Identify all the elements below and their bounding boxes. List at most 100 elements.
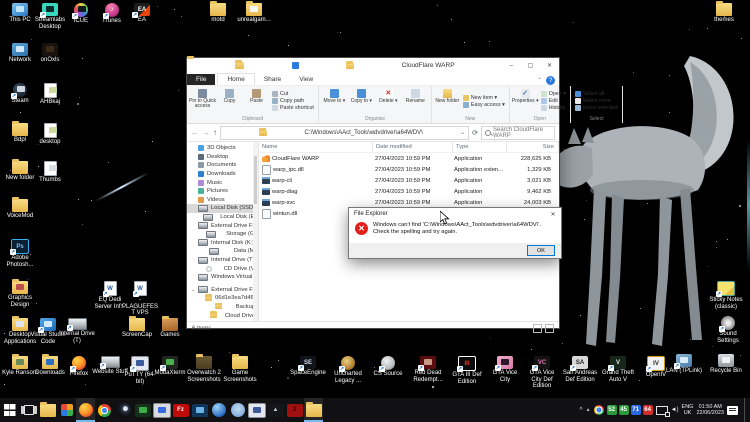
desktop-icon-unrealgam[interactable]: unrealgam... [236, 3, 272, 24]
ribbon-button-props[interactable]: ✓Properties ▾ [512, 87, 539, 115]
nav-item[interactable]: Desktop [187, 153, 258, 162]
nav-item[interactable]: Storage (G:) [187, 230, 258, 239]
tray-triangle-icon[interactable]: ▲ [586, 407, 591, 413]
network-icon[interactable] [656, 406, 668, 415]
file-row[interactable]: warp-diag27/04/2023 10:59 PMApplication9… [259, 186, 559, 197]
desktop-icon-grand-theft-auto-v[interactable]: V↗Grand Theft Auto V [600, 356, 636, 383]
forward-button[interactable]: → [202, 128, 210, 137]
hidden-icons-chevron[interactable]: ^ [579, 407, 582, 414]
ribbon-button-open[interactable]: Open ▾ [541, 91, 566, 97]
tab-view[interactable]: View [290, 74, 322, 85]
ribbon-button-selnone[interactable]: Select none [575, 98, 619, 104]
maximize-button[interactable]: ▢ [521, 58, 540, 73]
desktop-icon-uncharted-legacy[interactable]: ↗Uncharted Legacy ... [330, 356, 366, 384]
taskbar-filezilla[interactable]: Fz [171, 398, 190, 422]
address-dropdown-icon[interactable]: ⌄ [460, 129, 465, 136]
nav-item[interactable]: Local Disk (E:) [187, 213, 258, 222]
file-row[interactable]: warp_ipc.dll27/04/2023 10:59 PMApplicati… [259, 164, 559, 175]
monitor-badge-64[interactable]: 64 [643, 405, 653, 415]
column-header-size[interactable]: Size [507, 142, 559, 152]
ribbon-button-copyto[interactable]: Copy to ▾ [348, 87, 375, 115]
nav-item[interactable]: 3D Objects [187, 144, 258, 153]
nav-item[interactable]: Backups [187, 303, 258, 312]
ribbon-button-path[interactable]: Copy path [272, 98, 314, 104]
ribbon-button-delete[interactable]: ✕Delete ▾ [375, 87, 402, 115]
ribbon-button-edit[interactable]: Edit [541, 98, 566, 104]
close-button[interactable]: ✕ [540, 58, 559, 73]
nav-item[interactable]: External Drive F (F:) [187, 221, 258, 230]
quick-access-properties-icon[interactable] [292, 62, 299, 69]
nav-item[interactable]: Cloud Drives [187, 311, 258, 320]
taskbar-remote-desktop-app[interactable] [152, 398, 171, 422]
desktop-icon-games-folder[interactable]: Games [152, 318, 188, 339]
ribbon-button-copy[interactable]: Copy [216, 87, 243, 115]
desktop-icon-recycle-bin[interactable]: Recycle Bin [708, 354, 744, 375]
taskbar-red-3-app[interactable]: 3 [285, 398, 304, 422]
taskbar-file-explorer-window[interactable] [304, 398, 323, 422]
taskbar-galaxy-app[interactable] [114, 398, 133, 422]
desktop-icon-sound-settings[interactable]: ↗Sound Settings [710, 316, 746, 344]
ribbon-button-pin[interactable]: Pin to Quick access [189, 87, 216, 115]
file-row[interactable]: CloudFlare WARP27/04/2023 10:59 PMApplic… [259, 153, 559, 164]
explorer-titlebar[interactable]: CloudFlare WARP – ▢ ✕ [187, 58, 559, 73]
desktop-icon-cs-source[interactable]: ↗CS Source [370, 356, 406, 378]
desktop-icon-graphics-design[interactable]: Graphics Design [2, 281, 38, 308]
desktop-icon-ea-app[interactable]: EA↗EA [124, 3, 160, 24]
desktop-icon-adobe-photoshop[interactable]: Ps↗Adobe Photosh... [2, 239, 38, 268]
column-header-name[interactable]: Name [259, 142, 373, 152]
refresh-button[interactable]: ⟳ [472, 129, 478, 137]
action-center-icon[interactable] [727, 406, 738, 415]
taskbar-sphere-app[interactable] [209, 398, 228, 422]
desktop-icon-sticky-notes[interactable]: ↗Sticky Notes (classic) [708, 281, 744, 310]
dialog-close-icon[interactable]: ✕ [545, 211, 561, 218]
nav-item[interactable]: Downloads [187, 170, 258, 179]
clock[interactable]: 01:50 AM22/06/2023 [696, 404, 724, 416]
search-box[interactable]: Search CloudFlare WARP [481, 126, 555, 140]
taskbar-discord[interactable] [228, 398, 247, 422]
desktop-icon-desktop-ini[interactable]: desktop [32, 123, 68, 146]
language-indicator[interactable]: ENGUK [682, 404, 694, 416]
ribbon-button-paste[interactable]: Paste [243, 87, 270, 115]
monitor-badge-45[interactable]: 45 [619, 405, 629, 415]
ribbon-button-rename[interactable]: Rename [402, 87, 429, 115]
quick-access-newfolder-icon[interactable] [346, 63, 354, 69]
nav-item[interactable]: 06d1e3ea7d46a8d86c8652fe [187, 294, 258, 303]
nav-item[interactable]: CD Drive (V:) [187, 264, 258, 273]
help-icon[interactable]: ? [546, 76, 555, 85]
expand-icon[interactable]: ⌄ [191, 287, 195, 293]
desktop-icon-mobaxterm-desktop[interactable]: ↗MobaXterm [152, 356, 188, 377]
desktop-icon-plaguefest-vps[interactable]: W↗-PLAGUEFEST VPS [122, 281, 158, 317]
desktop-icon-thumbs[interactable]: Thumbs [32, 161, 68, 184]
ribbon-button-newitem[interactable]: New item ▾ [463, 95, 505, 101]
nav-item[interactable]: Pictures [187, 187, 258, 196]
nav-item[interactable]: Internal Disk (K:) (K:) [187, 239, 258, 248]
ribbon-button-selinv[interactable]: Invert selection [575, 105, 619, 111]
ribbon-button-history[interactable]: History [541, 105, 566, 111]
address-bar[interactable]: C:\Windows\AAct_Tools\wdvdriver\a64WDV\ … [220, 126, 469, 140]
file-row[interactable]: warp-cli27/04/2023 10:59 PMApplication3,… [259, 175, 559, 186]
ok-button[interactable]: OK [527, 245, 555, 256]
desktop-icon-gta-vc-def-edition[interactable]: VC↗GTA Vice City Def Edition [524, 356, 560, 390]
desktop-icon-game-screenshots[interactable]: Game Screenshots [222, 356, 258, 383]
ribbon-button-easy[interactable]: Easy access ▾ [463, 102, 505, 108]
show-desktop-button[interactable] [744, 398, 748, 422]
desktop-icon-motd[interactable]: motd [200, 3, 236, 24]
desktop-icon-spaceengine[interactable]: SE↗SpaceEngine [290, 356, 326, 377]
nav-item[interactable]: Music [187, 178, 258, 187]
monitor-badge-71[interactable]: 71 [631, 405, 641, 415]
taskbar-chrome[interactable] [95, 398, 114, 422]
taskbar-task-view-button[interactable] [19, 398, 38, 422]
taskbar-putty[interactable] [247, 398, 266, 422]
desktop-icon-red-dead-redemption[interactable]: ↗Red Dead Redempt... [410, 356, 446, 383]
desktop-icon-screencap[interactable]: ScreenCap [119, 318, 155, 339]
volume-icon[interactable]: ◄) [671, 407, 679, 413]
monitor-badge-52[interactable]: 52 [607, 405, 617, 415]
desktop-icon-overwatch2-screenshots[interactable]: Overwatch 2 Screenshots [186, 356, 222, 383]
nav-item[interactable]: Local Disk (SSD) (C:) [187, 204, 258, 213]
ribbon-button-selall[interactable]: Select all [575, 91, 619, 97]
desktop-icon-voicemod[interactable]: VoiceMod [2, 199, 38, 220]
nav-scrollbar[interactable] [253, 142, 258, 321]
desktop-icon-internal-drive-t[interactable]: ↗Internal Drive (T) [59, 318, 95, 344]
tab-file[interactable]: File [187, 74, 215, 85]
desktop-icon-themes[interactable]: themes [706, 3, 742, 24]
